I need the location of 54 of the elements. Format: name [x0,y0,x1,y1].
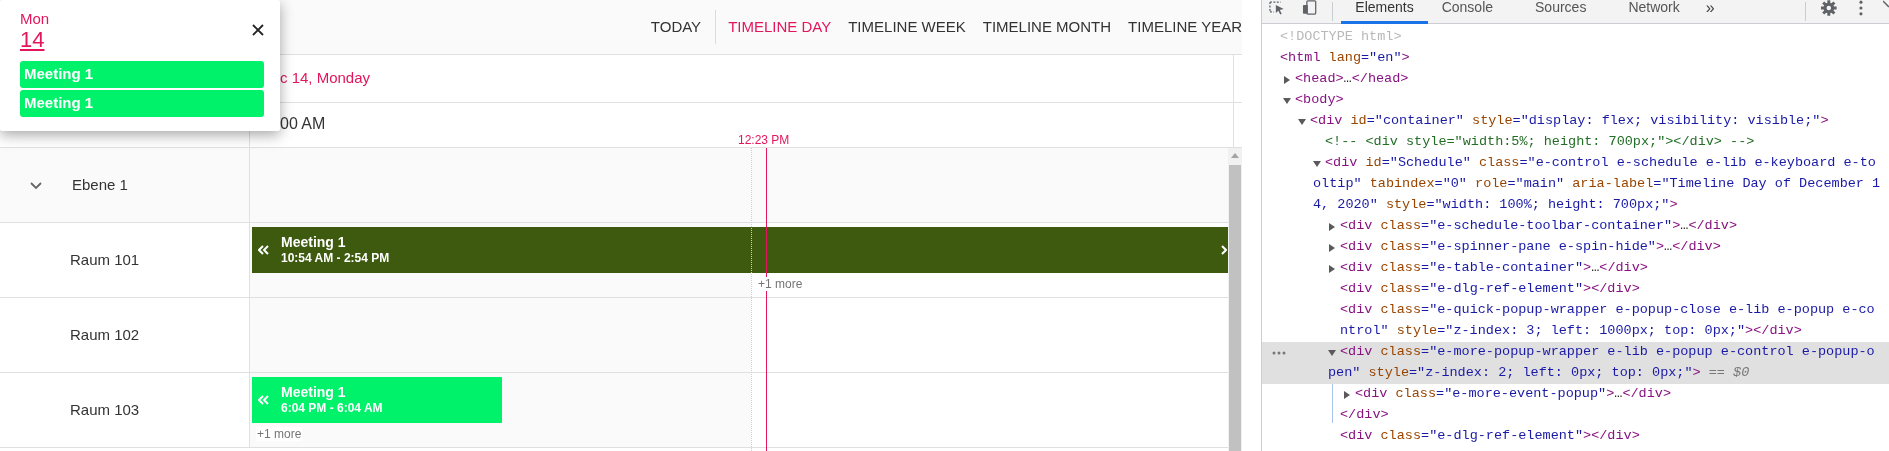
collapsed-triangle-icon[interactable] [1343,390,1351,399]
closing-tag: </div> [1340,405,1389,426]
scrollbar-thumb[interactable] [1229,165,1241,451]
devtools-tab[interactable]: Sources [1521,0,1601,24]
popup-day: Mon [20,10,50,28]
devtools-tab[interactable]: Network [1614,0,1694,24]
inspect-element-icon[interactable] [1269,1,1285,15]
dom-node[interactable]: <div class="e-table-container">…</div> [1262,258,1889,279]
event[interactable]: Meeting 1 10:54 AM - 2:54 PM [252,227,1228,273]
expanded-triangle-icon[interactable] [1328,348,1336,357]
resource-name: Raum 101 [70,249,140,270]
dom-node[interactable]: <div class="e-schedule-toolbar-container">…</div> [1262,216,1889,237]
current-time-label: 12:23 PM [738,133,790,147]
popup-date-link[interactable]: 14 [20,28,45,52]
view-tab[interactable]: TIMELINE DAY [728,15,832,39]
devtools-tab[interactable]: Elements [1341,0,1428,24]
collapsed-triangle-icon[interactable] [1328,243,1336,252]
view-tab[interactable]: TIMELINE WEEK [848,15,966,39]
dom-node[interactable]: <html lang="en"> [1262,48,1889,69]
expanded-triangle-icon[interactable] [1283,96,1291,105]
device-toolbar-icon[interactable] [1301,0,1318,15]
more-events-link[interactable]: +1 more [757,277,804,291]
collapsed-triangle-icon[interactable] [1328,222,1336,231]
dom-node[interactable]: <div class="e-spinner-pane e-spin-hide">…</div> [1262,237,1889,258]
resource-group-name: Ebene 1 [72,174,128,195]
more-tabs-button[interactable]: » [1705,0,1715,16]
dom-node[interactable]: <div class="e-more-event-popup">…</div> [1262,384,1889,405]
view-tab[interactable]: TIMELINE YEAR [1128,15,1242,39]
chevron-down-icon[interactable] [30,179,42,191]
dom-node[interactable]: <div class="e-dlg-ref-element"></div> [1262,279,1889,300]
dom-node[interactable]: <!-- <div style="width:5%; height: 700px;"></div> --> [1262,132,1889,153]
resource-name: Raum 102 [70,324,140,345]
time-header: 00 AM [280,114,326,134]
settings-icon[interactable] [1819,0,1838,16]
dom-node[interactable]: <div class="e-more-popup-wrapper e-lib e-popup e-control e-popup-o pen" style="z-index: 2; left: 0px; top: 0px;"> == $0 [1262,342,1889,384]
view-tab[interactable]: TIMELINE MONTH [982,15,1112,39]
date-header: c 14, Monday [280,68,371,89]
dom-node[interactable]: <body> [1262,90,1889,111]
expanded-triangle-icon[interactable] [1313,159,1321,168]
collapsed-triangle-icon[interactable] [1283,75,1291,84]
dom-node[interactable]: <div id="Schedule" class="e-control e-schedule e-lib e-keyboard e-to oltip" tabindex="0" role="main" aria-label="Timeline Day of December 1 4, 2020" style="width: 100%; height: 700px;"> [1262,153,1889,216]
devtools-tab[interactable]: Console [1427,0,1508,24]
collapsed-triangle-icon[interactable] [1328,264,1336,273]
dom-node[interactable]: <div class="e-dlg-ref-element"></div> [1262,426,1889,447]
kebab-menu-icon[interactable] [1859,0,1864,16]
dom-node[interactable]: <head>…</head> [1262,69,1889,90]
resource-name: Raum 103 [70,399,140,420]
expanded-triangle-icon[interactable] [1298,117,1306,126]
dom-node[interactable]: <div id="container" style="display: flex; visibility: visible;"> [1262,111,1889,132]
dom-node[interactable]: <div class="e-quick-popup-wrapper e-popup-close e-lib e-popup e-co ntrol" style="z-index: 3; left: 1000px; top: 0px;"></div> [1262,300,1889,342]
today-button[interactable]: TODAY [648,15,704,39]
more-events-link[interactable]: +1 more [256,427,303,441]
scrollbar[interactable] [1228,148,1242,451]
more-icon[interactable] [1272,351,1286,355]
